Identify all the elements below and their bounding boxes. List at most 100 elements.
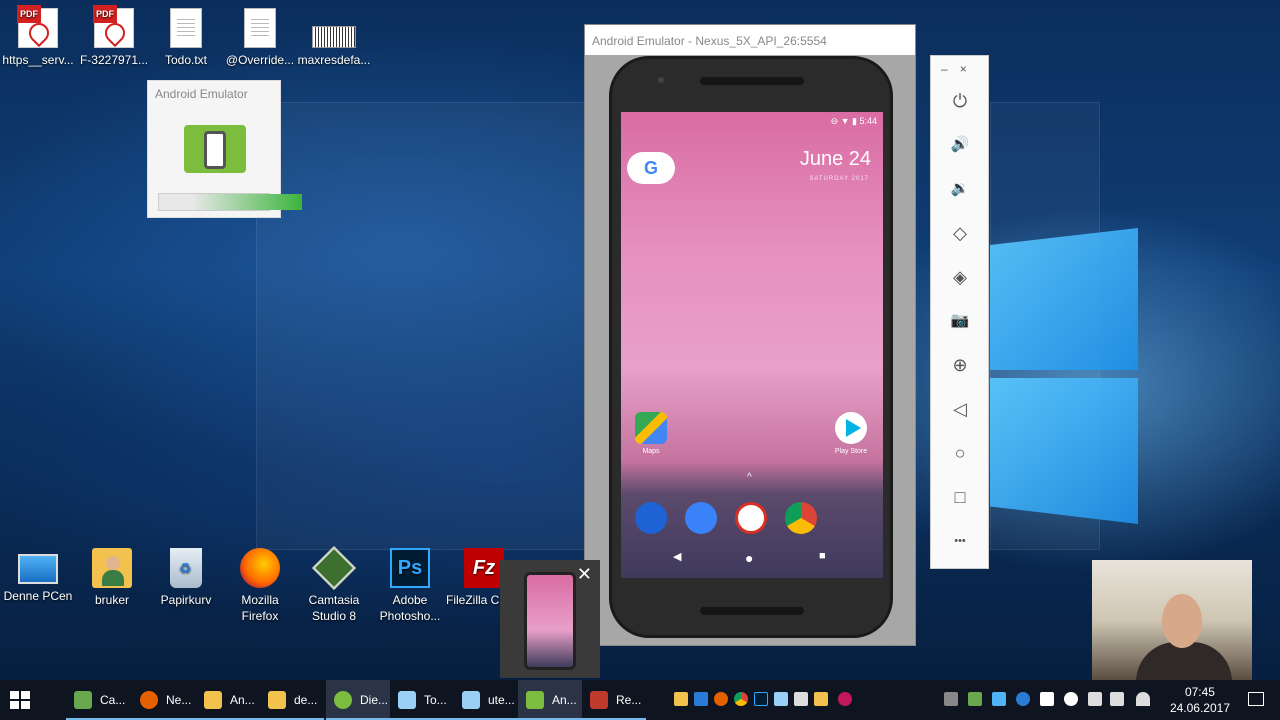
- quicklaunch-computer-icon[interactable]: [694, 692, 708, 706]
- nav-home-icon[interactable]: ●: [745, 550, 753, 566]
- volume-down-icon: 🔉: [950, 180, 970, 197]
- taskbar: Ca... Ne... An... de... Die... To... ute…: [0, 680, 1280, 720]
- emulator-title[interactable]: Android Emulator - Nexus_5X_API_26:5554: [585, 25, 915, 55]
- desktop-icon-this-pc[interactable]: Denne PCen: [0, 548, 76, 604]
- taskbar-item-notepad-1[interactable]: To...: [390, 680, 454, 720]
- tray-onedrive-icon[interactable]: [1064, 692, 1078, 706]
- phone-app-icon[interactable]: [635, 502, 667, 534]
- power-button[interactable]: ⏻: [947, 88, 973, 114]
- rotate-left-button[interactable]: ◇: [947, 220, 973, 246]
- desktop-icon-todo[interactable]: Todo.txt: [148, 8, 224, 68]
- app-maps[interactable]: Maps: [627, 412, 675, 455]
- tray-battery-icon[interactable]: [1088, 692, 1102, 706]
- desktop-icon-label: F-3227971...: [79, 53, 149, 67]
- taskbar-item-camtasia[interactable]: Ca...: [66, 680, 132, 720]
- back-button[interactable]: ◁: [947, 396, 973, 422]
- android-emulator-logo-icon: [184, 125, 246, 173]
- quicklaunch-firefox-icon[interactable]: [714, 692, 728, 706]
- screenshot-button[interactable]: 📷: [947, 308, 973, 334]
- start-button[interactable]: [10, 691, 30, 709]
- desktop-icon-label: Adobe Photosho...: [379, 593, 441, 623]
- android-studio-icon: [334, 691, 352, 709]
- quicklaunch-photoshop-icon[interactable]: [754, 692, 768, 706]
- quicklaunch-notepad-icon[interactable]: [774, 692, 788, 706]
- firefox-icon: [240, 548, 280, 588]
- thumbnail-close-icon[interactable]: ✕: [577, 564, 592, 585]
- taskbar-item-explorer-2[interactable]: de...: [260, 680, 324, 720]
- nav-recent-icon[interactable]: ■: [819, 550, 826, 562]
- recycle-bin-icon: ♻: [170, 548, 202, 588]
- taskbar-thumbnail-preview[interactable]: ✕: [500, 560, 600, 678]
- pdf-file-icon: PDF: [93, 5, 134, 48]
- home-button[interactable]: ○: [947, 440, 973, 466]
- desktop-icon-override[interactable]: @Override...: [222, 8, 298, 68]
- volume-up-button[interactable]: 🔊: [947, 132, 973, 158]
- quicklaunch-chrome-icon[interactable]: [734, 692, 748, 706]
- emulator-splash-window: Android Emulator: [147, 80, 302, 218]
- user-folder-icon: [92, 548, 132, 588]
- nav-back-icon[interactable]: ◀: [673, 550, 681, 563]
- overview-button[interactable]: □: [947, 484, 973, 510]
- camera-icon: 📷: [950, 312, 970, 329]
- taskbar-item-android-studio[interactable]: Die...: [326, 680, 390, 720]
- more-button[interactable]: •••: [947, 528, 973, 554]
- zoom-icon: ⊕: [952, 355, 968, 375]
- text-file-icon: [170, 8, 202, 48]
- app-label: Maps: [642, 448, 660, 455]
- android-emulator-icon: [526, 691, 544, 709]
- gmail-app-icon[interactable]: [735, 502, 767, 534]
- taskbar-label: An...: [230, 693, 255, 707]
- quicklaunch-app-icon[interactable]: [838, 692, 852, 706]
- tray-network-adapter-icon[interactable]: [992, 692, 1006, 706]
- home-icon: ○: [954, 443, 966, 463]
- google-search-widget[interactable]: G: [627, 152, 675, 184]
- tray-bluetooth-icon[interactable]: [1016, 692, 1030, 706]
- desktop-icon-recycle-bin[interactable]: ♻ Papirkurv: [148, 548, 224, 608]
- taskbar-item-android-emulator[interactable]: An...: [518, 680, 582, 720]
- desktop-icon-pdf-2[interactable]: PDF F-3227971...: [76, 5, 152, 68]
- text-file-icon: [244, 8, 276, 48]
- app-label: Play Store: [834, 448, 868, 455]
- desktop-icon-firefox[interactable]: Mozilla Firefox: [222, 548, 298, 624]
- rotate-right-button[interactable]: ◈: [947, 264, 973, 290]
- desktop-overlay: [256, 102, 586, 550]
- action-center-icon[interactable]: [1248, 692, 1264, 706]
- emulator-window[interactable]: Android Emulator - Nexus_5X_API_26:5554 …: [584, 24, 916, 646]
- chrome-app-icon[interactable]: [785, 502, 817, 534]
- desktop-icon-pdf-1[interactable]: PDF https__serv...: [0, 5, 76, 68]
- taskbar-item-notepad-2[interactable]: ute...: [454, 680, 518, 720]
- messages-app-icon[interactable]: [685, 502, 717, 534]
- close-icon[interactable]: ×: [960, 62, 967, 76]
- app-drawer-chevron-icon[interactable]: ^: [747, 472, 752, 483]
- notepad-icon: [462, 691, 480, 709]
- desktop-icon-label: Camtasia Studio 8: [308, 593, 360, 623]
- app-play-store[interactable]: Play Store: [827, 412, 875, 455]
- zoom-button[interactable]: ⊕: [947, 352, 973, 378]
- taskbar-item-firefox[interactable]: Ne...: [132, 680, 196, 720]
- desktop-icon-label: FileZilla Client: [446, 593, 502, 607]
- minimize-icon[interactable]: –: [941, 62, 948, 76]
- date-widget[interactable]: June 24: [800, 148, 871, 171]
- desktop-icon-photoshop[interactable]: Ps Adobe Photosho...: [372, 548, 448, 624]
- tray-volume-icon[interactable]: [1110, 692, 1124, 706]
- taskbar-item-recorder[interactable]: Re...: [582, 680, 646, 720]
- image-file-icon: [312, 26, 356, 48]
- quicklaunch-folder-icon[interactable]: [674, 692, 688, 706]
- more-icon: •••: [954, 535, 966, 547]
- desktop-icon-label: Papirkurv: [160, 593, 212, 607]
- quicklaunch-folder2-icon[interactable]: [814, 692, 828, 706]
- tray-nvidia-icon[interactable]: [968, 692, 982, 706]
- desktop-icon-maxres[interactable]: maxresdefa...: [296, 8, 372, 68]
- taskbar-clock[interactable]: 07:45 24.06.2017: [1170, 684, 1230, 716]
- tray-wifi-icon[interactable]: [1136, 692, 1150, 706]
- taskbar-item-explorer-1[interactable]: An...: [196, 680, 260, 720]
- desktop-icon-bruker[interactable]: bruker: [74, 548, 150, 608]
- taskbar-label: Ne...: [166, 693, 192, 707]
- volume-down-button[interactable]: 🔉: [947, 176, 973, 202]
- quicklaunch-document-icon[interactable]: [794, 692, 808, 706]
- desktop-icon-camtasia[interactable]: Camtasia Studio 8: [296, 545, 372, 624]
- tray-usb-icon[interactable]: [944, 692, 958, 706]
- tray-security-icon[interactable]: [1040, 692, 1054, 706]
- phone-screen[interactable]: ⊖ ▼ ▮ 5:44 G June 24 SATURDAY 2017 Maps …: [621, 112, 883, 578]
- status-time: 5:44: [859, 116, 877, 126]
